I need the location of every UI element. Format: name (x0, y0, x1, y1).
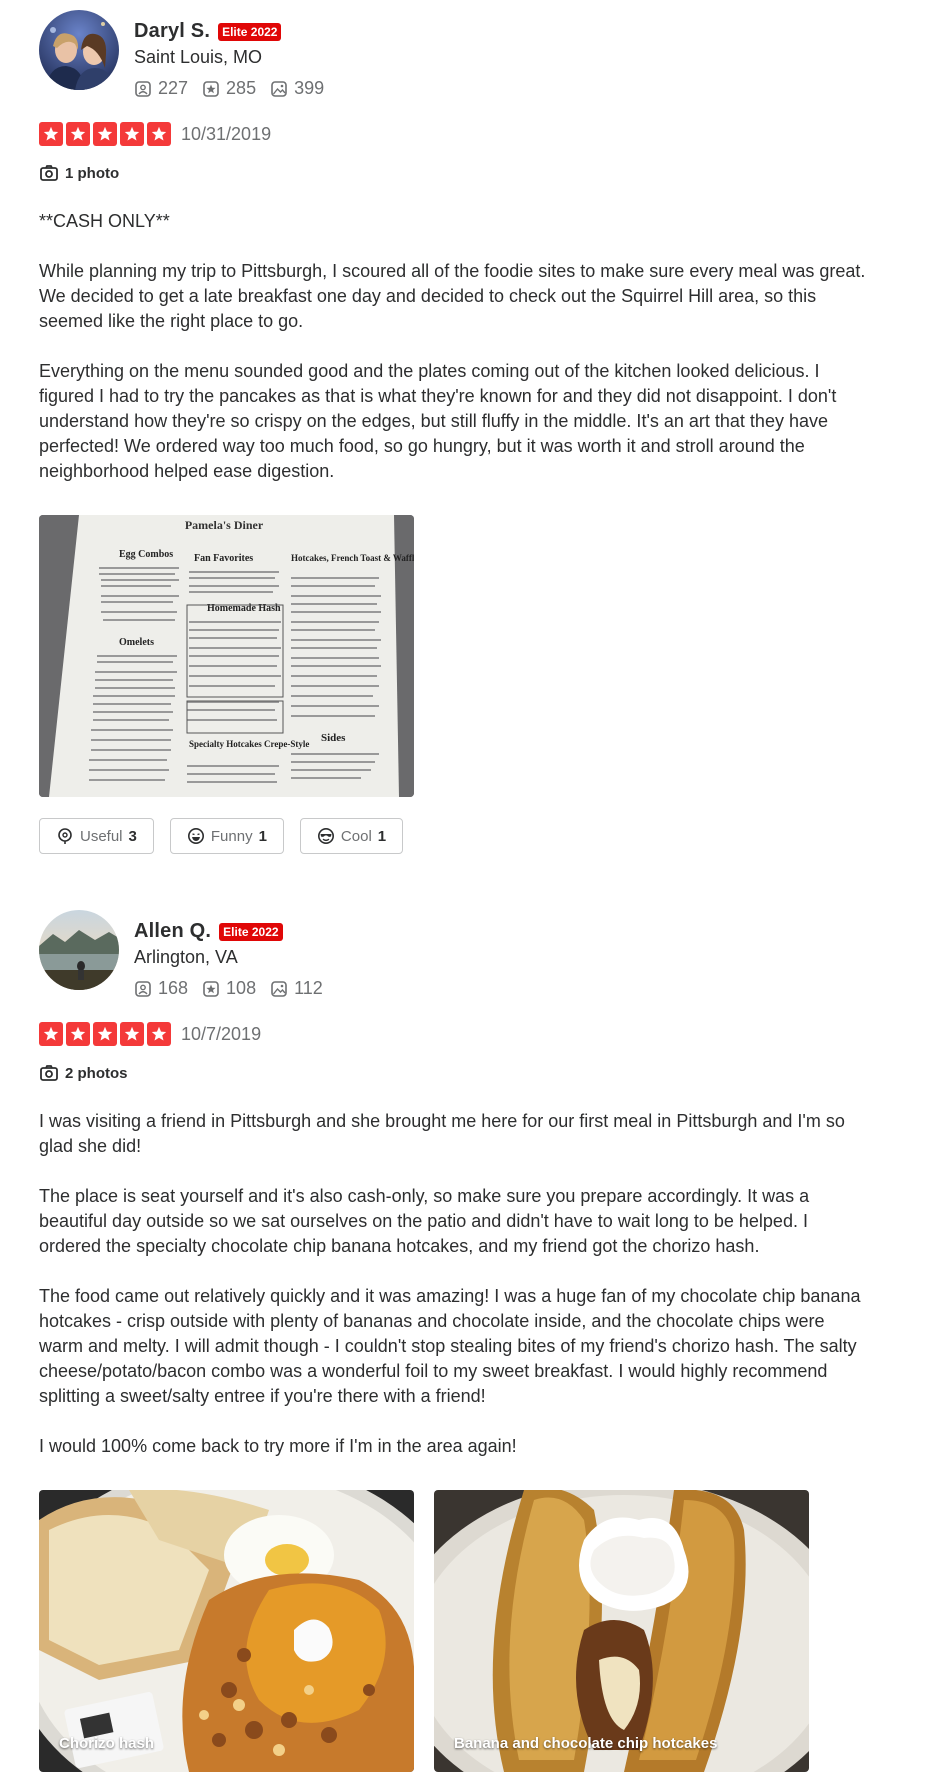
star-icon (93, 1022, 117, 1046)
review-photo-chorizo-hash[interactable]: Chorizo hash (39, 1490, 414, 1772)
reviewer-location: Arlington, VA (134, 947, 238, 967)
reviewer-location: Saint Louis, MO (134, 47, 263, 67)
photos-link[interactable]: 2 photos (39, 1063, 128, 1083)
star-icon (66, 122, 90, 146)
star-icon (147, 1022, 171, 1046)
sunglasses-face-icon (317, 828, 334, 844)
reviewer-stats: 227 285 399 (134, 78, 324, 99)
menu-section: Sides (321, 732, 346, 744)
menu-section: Omelets (119, 637, 154, 648)
friends-count: 227 (158, 78, 189, 98)
review-photo-hotcakes[interactable]: Banana and chocolate chip hotcakes (434, 1490, 809, 1772)
useful-button[interactable]: Useful 3 (39, 818, 154, 854)
star-rating (39, 122, 171, 146)
funny-button[interactable]: Funny 1 (169, 818, 284, 854)
star-icon (66, 1022, 90, 1046)
elite-badge[interactable]: Elite 2022 (218, 22, 282, 41)
review-date: 10/7/2019 (181, 1023, 262, 1044)
review-count-icon (203, 980, 219, 997)
review-date: 10/31/2019 (181, 123, 272, 144)
cool-button[interactable]: Cool 1 (299, 818, 404, 854)
star-icon (120, 122, 144, 146)
review-card: Daryl S. Elite 2022 Saint Louis, MO 227 … (39, 10, 869, 860)
review-count: 285 (226, 78, 257, 98)
laugh-face-icon (187, 828, 204, 844)
menu-section: Fan Favorites (194, 553, 253, 564)
review-text: I was visiting a friend in Pittsburgh an… (39, 1111, 861, 1456)
menu-section: Specialty Hotcakes Crepe-Style (189, 739, 309, 749)
photo-count-icon (271, 980, 287, 997)
useful-count: 3 (128, 827, 137, 845)
star-icon (120, 1022, 144, 1046)
elite-badge[interactable]: Elite 2022 (219, 922, 283, 941)
star-icon (147, 122, 171, 146)
avatar[interactable] (39, 910, 119, 990)
menu-section: Hotcakes, French Toast & Waffles (291, 553, 414, 563)
funny-count: 1 (258, 827, 267, 845)
menu-title: Pamela's Diner (185, 518, 264, 532)
reviewer-name[interactable]: Daryl S. (134, 20, 210, 43)
photos-link[interactable]: 1 photo (39, 163, 119, 183)
star-rating (39, 1022, 171, 1046)
avatar[interactable] (39, 10, 119, 90)
lightbulb-icon (58, 828, 72, 844)
review-card: Allen Q. Elite 2022 Arlington, VA 168 10… (39, 910, 869, 1772)
star-icon (39, 122, 63, 146)
photo-caption: Banana and chocolate chip hotcakes (454, 1735, 718, 1752)
menu-section: Egg Combos (119, 549, 173, 560)
reviewer-stats: 168 108 112 (134, 978, 323, 999)
friends-count: 168 (158, 978, 189, 998)
camera-icon (40, 165, 58, 181)
photo-count: 399 (294, 78, 325, 98)
review-count: 108 (226, 978, 257, 998)
photo-count-icon (271, 80, 287, 97)
review-count-icon (203, 80, 219, 97)
friends-icon (135, 980, 151, 997)
friends-icon (135, 80, 151, 97)
photo-count: 112 (294, 978, 323, 998)
star-icon (39, 1022, 63, 1046)
cool-count: 1 (377, 827, 387, 845)
camera-icon (40, 1065, 58, 1081)
star-icon (93, 122, 117, 146)
photo-caption: Chorizo hash (59, 1735, 155, 1752)
review-photo-menu[interactable]: Pamela's Diner Egg Combos Fan Favorites … (39, 515, 414, 797)
review-text: **CASH ONLY** While planning my trip to … (39, 211, 866, 481)
reviewer-name[interactable]: Allen Q. (134, 920, 211, 943)
